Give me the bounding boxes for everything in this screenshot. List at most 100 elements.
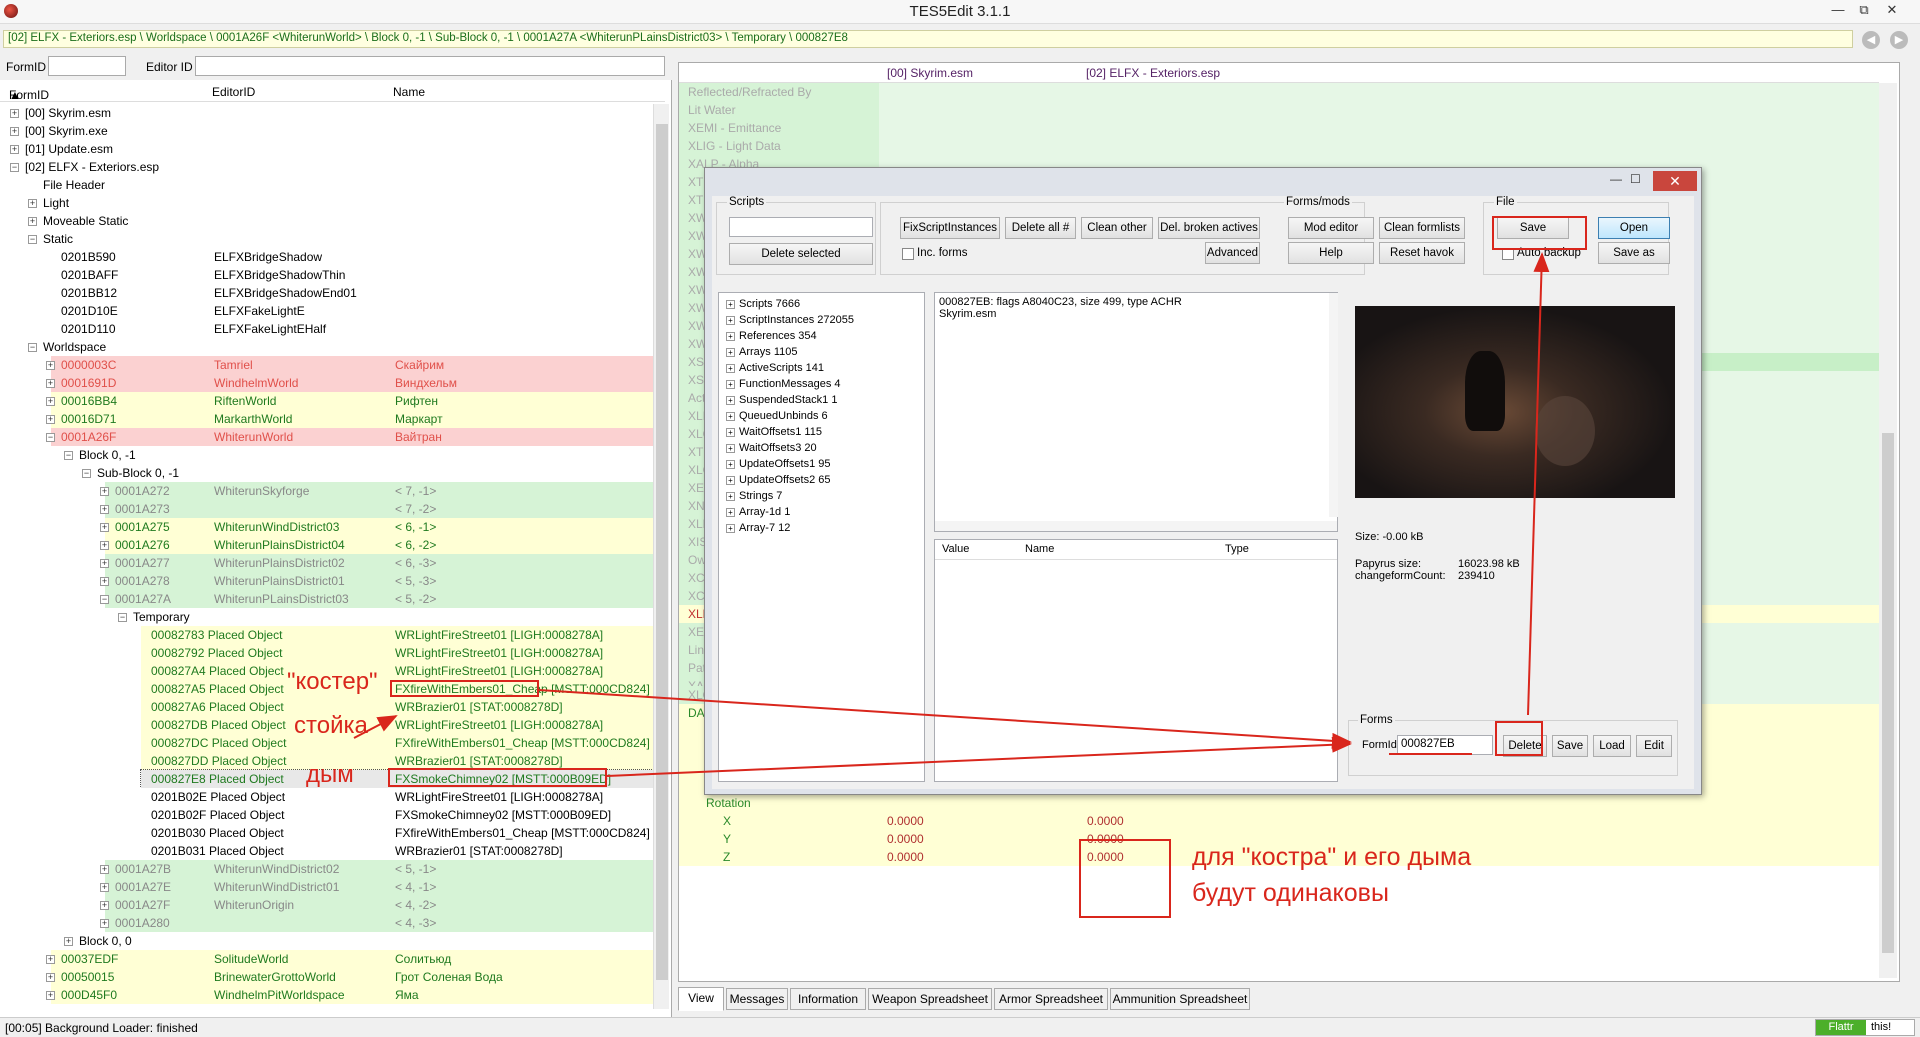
col-value[interactable]: Value [942, 543, 969, 555]
tree-row[interactable]: −0001A26F WhiterunWorld Вайтран [3, 428, 653, 446]
tree-row[interactable]: +0001A277 WhiterunPlainsDistrict02 < 6, -3… [3, 554, 653, 572]
tree-row[interactable]: 0201D10E ELFXFakeLightE [3, 302, 653, 320]
tree-row[interactable]: +0001A275 WhiterunWindDistrict03 < 6, -1> [3, 518, 653, 536]
tree-row[interactable]: +0001A276 WhiterunPlainsDistrict04 < 6, -2… [3, 536, 653, 554]
tree-row[interactable]: 0201B030 Placed Object FXfireWithEmbers01… [3, 824, 653, 842]
expand-icon[interactable]: + [46, 991, 55, 1000]
tree-row[interactable]: +0001A278 WhiterunPlainsDistrict01 < 5, -3… [3, 572, 653, 590]
save-as-button[interactable]: Save as [1598, 242, 1670, 264]
value-table[interactable]: Value Name Type [934, 539, 1338, 782]
expand-icon[interactable]: + [726, 396, 735, 405]
tree-row[interactable]: + Block 0, 0 [3, 932, 653, 950]
tree-row[interactable]: − Static [3, 230, 653, 248]
flattr-button[interactable]: Flattr this! [1815, 1019, 1915, 1036]
back-icon[interactable]: ◀ [1862, 31, 1880, 49]
tree-row[interactable]: +0000003C Tamriel Скайрим [3, 356, 653, 374]
tree-row[interactable]: 00082792 Placed Object WRLightFireStreet0… [3, 644, 653, 662]
expand-icon[interactable]: + [726, 444, 735, 453]
col-type[interactable]: Type [1225, 543, 1249, 555]
col-editorid[interactable]: EditorID [212, 85, 255, 99]
tree-row[interactable]: +0001A27E WhiterunWindDistrict01 < 4, -1> [3, 878, 653, 896]
tree-row[interactable]: − [02] ELFX - Exteriors.esp [3, 158, 653, 176]
tree-row[interactable]: − Block 0, -1 [3, 446, 653, 464]
tree-row[interactable]: 00082783 Placed Object WRLightFireStreet0… [3, 626, 653, 644]
expand-icon[interactable]: + [100, 523, 109, 532]
tree-row[interactable]: + [01] Update.esm [3, 140, 653, 158]
expand-icon[interactable]: + [726, 508, 735, 517]
del-broken-actives-button[interactable]: Del. broken actives [1158, 217, 1260, 239]
expand-icon[interactable]: + [10, 127, 19, 136]
save-section-item[interactable]: + Array-7 12 [726, 520, 790, 536]
save-section-item[interactable]: + UpdateOffsets2 65 [726, 472, 831, 488]
expand-icon[interactable]: + [726, 348, 735, 357]
expand-icon[interactable]: + [10, 109, 19, 118]
dialog-minimize-icon[interactable]: — [1610, 172, 1622, 186]
tree-row[interactable]: File Header [3, 176, 653, 194]
save-section-item[interactable]: + Arrays 1105 [726, 344, 798, 360]
expand-icon[interactable]: + [46, 361, 55, 370]
tree-row[interactable]: +0001A272 WhiterunSkyforge < 7, -1> [3, 482, 653, 500]
record-row[interactable]: XLIG - Light Data [679, 137, 1879, 155]
tree-row[interactable]: 0201D110 ELFXFakeLightEHalf [3, 320, 653, 338]
tree-row[interactable]: +00050015 BrinewaterGrottoWorld Грот Солен… [3, 968, 653, 986]
save-section-item[interactable]: + ActiveScripts 141 [726, 360, 824, 376]
dialog-maximize-icon[interactable]: ☐ [1630, 172, 1641, 186]
expand-icon[interactable]: + [64, 937, 73, 946]
expand-icon[interactable]: + [726, 524, 735, 533]
tree-row[interactable]: + [00] Skyrim.exe [3, 122, 653, 140]
tree-row[interactable]: − Temporary [3, 608, 653, 626]
fixscriptinstances-button[interactable]: FixScriptInstances [900, 217, 1000, 239]
expand-icon[interactable]: + [100, 919, 109, 928]
collapse-icon[interactable]: − [82, 469, 91, 478]
tab-weapon-spreadsheet[interactable]: Weapon Spreadsheet [868, 988, 992, 1010]
inc-forms-checkbox[interactable] [902, 248, 914, 260]
expand-icon[interactable]: + [726, 380, 735, 389]
collapse-icon[interactable]: − [10, 163, 19, 172]
save-section-item[interactable]: + Array-1d 1 [726, 504, 790, 520]
save-section-item[interactable]: + UpdateOffsets1 95 [726, 456, 831, 472]
tab-ammunition-spreadsheet[interactable]: Ammunition Spreadsheet [1110, 988, 1250, 1010]
info-hscrollbar[interactable] [935, 521, 1337, 531]
help-button[interactable]: Help [1288, 242, 1374, 264]
record-row[interactable]: XEMI - Emittance [679, 119, 1879, 137]
save-form-button[interactable]: Save [1552, 735, 1588, 757]
dialog-close-icon[interactable]: ✕ [1653, 171, 1697, 191]
tree-row[interactable]: +000D45F0 WindhelmPitWorldspace Яма [3, 986, 653, 1004]
clean-formlists-button[interactable]: Clean formlists [1379, 217, 1465, 239]
collapse-icon[interactable]: − [28, 235, 37, 244]
tab-messages[interactable]: Messages [726, 988, 788, 1010]
tree-row[interactable]: 0201B590 ELFXBridgeShadow [3, 248, 653, 266]
tree-row[interactable]: 0201BB12 ELFXBridgeShadowEnd01 [3, 284, 653, 302]
tree-row[interactable]: − Sub-Block 0, -1 [3, 464, 653, 482]
forward-icon[interactable]: ▶ [1890, 31, 1908, 49]
tree-row[interactable]: − Worldspace [3, 338, 653, 356]
expand-icon[interactable]: + [726, 412, 735, 421]
advanced-button[interactable]: Advanced [1205, 242, 1260, 264]
scrollbar-thumb[interactable] [656, 124, 668, 980]
formid-search-input[interactable] [48, 56, 126, 76]
record-row[interactable]: Lit Water [679, 101, 1879, 119]
restore-icon[interactable]: ⧉ [1852, 2, 1876, 18]
edit-form-button[interactable]: Edit [1636, 735, 1672, 757]
save-sections-tree[interactable]: + Scripts 7666 + ScriptInstances 272055 + Ref… [718, 292, 925, 782]
tree-row[interactable]: 0201B031 Placed Object WRBrazier01 [STAT:… [3, 842, 653, 860]
save-section-item[interactable]: + FunctionMessages 4 [726, 376, 841, 392]
tab-information[interactable]: Information [790, 988, 866, 1010]
save-section-item[interactable]: + References 354 [726, 328, 817, 344]
expand-icon[interactable]: + [100, 865, 109, 874]
collapse-icon[interactable]: − [28, 343, 37, 352]
expand-icon[interactable]: + [726, 300, 735, 309]
expand-icon[interactable]: + [726, 492, 735, 501]
editorid-search-input[interactable] [195, 56, 665, 76]
collapse-icon[interactable]: − [46, 433, 55, 442]
expand-icon[interactable]: + [46, 379, 55, 388]
expand-icon[interactable]: + [28, 199, 37, 208]
reset-havok-button[interactable]: Reset havok [1379, 242, 1465, 264]
scrollbar-thumb[interactable] [1882, 433, 1894, 953]
scripts-search-input[interactable] [729, 217, 873, 237]
expand-icon[interactable]: + [726, 332, 735, 341]
tree-row[interactable]: +0001A280 < 4, -3> [3, 914, 653, 932]
collapse-icon[interactable]: − [118, 613, 127, 622]
expand-icon[interactable]: + [726, 460, 735, 469]
expand-icon[interactable]: + [100, 505, 109, 514]
